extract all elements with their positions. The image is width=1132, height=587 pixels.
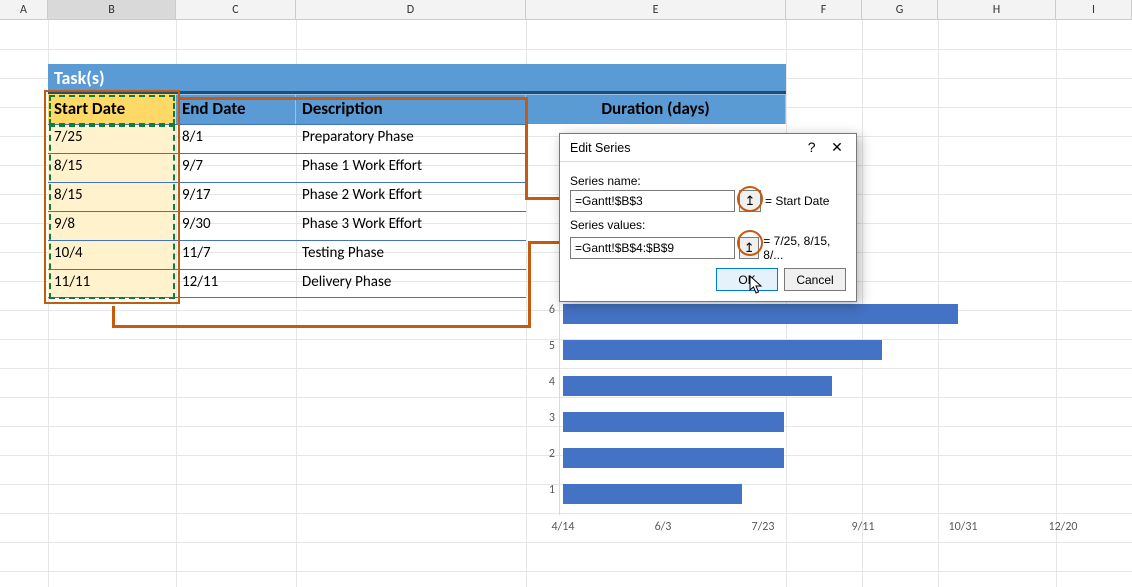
header-duration-label: Duration (days) [601, 98, 709, 120]
chart-ylabel-3: 3 [537, 411, 555, 425]
col-header-E[interactable]: E [526, 0, 786, 19]
cell-D7[interactable]: Phase 3 Work Effort [296, 211, 526, 240]
header-end-date-label: End Date [182, 98, 246, 120]
col-header-C[interactable]: C [176, 0, 296, 19]
col-header-D[interactable]: D [296, 0, 526, 19]
cell-B9[interactable]: 11/11 [48, 269, 176, 298]
cell-C6[interactable]: 9/17 [176, 182, 296, 211]
col-header-I[interactable]: I [1056, 0, 1132, 19]
col-header-B[interactable]: B [48, 0, 176, 19]
header-start-date[interactable]: Start Date [48, 94, 176, 124]
cell-D5[interactable]: Phase 1 Work Effort [296, 153, 526, 182]
chart-ylabel-5: 5 [537, 339, 555, 353]
dialog-help-button[interactable]: ? [801, 140, 823, 154]
cell-B5[interactable]: 8/15 [48, 153, 176, 182]
series-values-label: Series values: [570, 218, 846, 232]
cell-C8[interactable]: 11/7 [176, 240, 296, 269]
dialog-title: Edit Series [570, 141, 630, 155]
callout-line-bot-h [112, 325, 531, 328]
callout-line-top-h2 [525, 197, 559, 200]
chart-xlabel-0: 4/14 [538, 520, 588, 534]
header-end-date[interactable]: End Date [176, 94, 296, 124]
chart-ylabel-1: 1 [537, 483, 555, 497]
cell-D4[interactable]: Preparatory Phase [296, 124, 526, 153]
cell-B4[interactable]: 7/25 [48, 124, 176, 153]
chart-xlabel-2: 7/23 [738, 520, 788, 534]
bar-chart[interactable]: 1 2 3 4 5 6 4/14 6/3 7/23 9/11 10/31 12/… [527, 295, 1117, 545]
header-start-date-label: Start Date [54, 98, 125, 120]
chart-xlabel-4: 10/31 [938, 520, 988, 534]
header-duration[interactable]: Duration (days) [526, 94, 786, 124]
series-name-preview: = Start Date [765, 194, 829, 208]
chart-ylabel-4: 4 [537, 375, 555, 389]
chart-xlabel-1: 6/3 [638, 520, 688, 534]
chart-bar-1[interactable] [563, 484, 742, 504]
col-header-H[interactable]: H [938, 0, 1056, 19]
edit-series-dialog: Edit Series ? ✕ Series name: ↥ = Start D… [559, 133, 857, 302]
ok-button[interactable]: OK [716, 268, 778, 291]
header-description-label: Description [302, 98, 383, 120]
collapse-icon: ↥ [745, 193, 756, 209]
dialog-close-button[interactable]: ✕ [826, 140, 848, 154]
dialog-titlebar[interactable]: Edit Series ? ✕ [560, 134, 856, 162]
tasks-header-label: Task(s) [54, 67, 105, 90]
callout-line-bot-h2 [528, 241, 559, 244]
series-name-input[interactable] [570, 190, 735, 212]
cell-D9[interactable]: Delivery Phase [296, 269, 526, 298]
series-values-preview: = 7/25, 8/15, 8/... [763, 234, 846, 262]
chart-bar-2[interactable] [563, 448, 784, 468]
chart-bar-3[interactable] [563, 412, 784, 432]
cell-D6[interactable]: Phase 2 Work Effort [296, 182, 526, 211]
cell-C5[interactable]: 9/7 [176, 153, 296, 182]
chart-ylabel-2: 2 [537, 447, 555, 461]
header-description[interactable]: Description [296, 94, 526, 124]
callout-line-bot-v1 [112, 306, 115, 328]
chart-xlabel-5: 12/20 [1038, 520, 1088, 534]
col-header-G[interactable]: G [862, 0, 938, 19]
chart-bar-5[interactable] [563, 340, 882, 360]
cell-C9[interactable]: 12/11 [176, 269, 296, 298]
chart-bar-4[interactable] [563, 376, 832, 396]
cell-C7[interactable]: 9/30 [176, 211, 296, 240]
series-values-range-button[interactable]: ↥ [739, 237, 759, 259]
series-name-range-button[interactable]: ↥ [739, 190, 761, 212]
cell-B6[interactable]: 8/15 [48, 182, 176, 211]
chart-xlabel-3: 9/11 [838, 520, 888, 534]
chart-y-axis-line [559, 295, 560, 515]
series-values-input[interactable] [570, 237, 735, 259]
collapse-icon: ↥ [744, 240, 755, 256]
series-name-label: Series name: [570, 174, 846, 188]
cancel-button[interactable]: Cancel [784, 268, 846, 291]
cell-D8[interactable]: Testing Phase [296, 240, 526, 269]
cell-B8[interactable]: 10/4 [48, 240, 176, 269]
col-header-F[interactable]: F [786, 0, 862, 19]
col-header-A[interactable]: A [0, 0, 48, 19]
chart-ylabel-6: 6 [537, 303, 555, 317]
tasks-header[interactable]: Task(s) [48, 64, 786, 94]
cell-C4[interactable]: 8/1 [176, 124, 296, 153]
cell-B7[interactable]: 9/8 [48, 211, 176, 240]
column-header-row: A B C D E F G H I [0, 0, 1132, 20]
chart-bar-6[interactable] [563, 304, 958, 324]
